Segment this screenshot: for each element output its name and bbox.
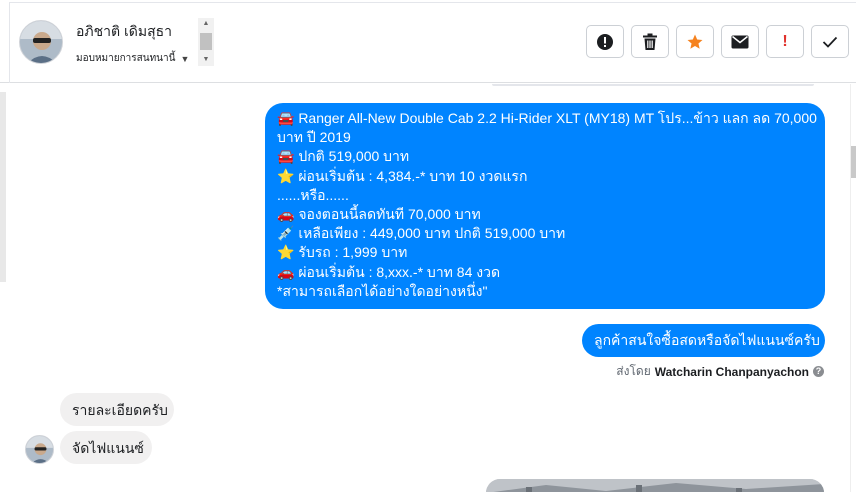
customer-avatar[interactable] xyxy=(19,20,63,64)
assign-conversation-dropdown[interactable]: มอบหมายการสนทนานี้ ▼ xyxy=(76,51,189,66)
message-line: 🚗 จองตอนนี้ลดทันที 70,000 บาท xyxy=(277,206,481,223)
left-scrollbar[interactable] xyxy=(0,92,6,282)
avatar-photo-icon xyxy=(26,436,53,463)
outgoing-message-question[interactable]: ลูกค้าสนใจซื้อสดหรือจัดไฟแนนซ์ครับ xyxy=(582,324,825,357)
envelope-icon xyxy=(731,35,749,48)
scroll-thumb[interactable] xyxy=(200,33,212,50)
check-icon xyxy=(822,36,838,48)
customer-avatar-small[interactable] xyxy=(25,435,54,464)
sent-by-info: ส่งโดย Watcharin Chanpanyachon ? xyxy=(616,362,824,381)
assign-label: มอบหมายการสนทนานี้ xyxy=(76,53,176,64)
report-spam-button[interactable] xyxy=(586,25,624,58)
help-icon[interactable]: ? xyxy=(813,366,824,377)
exclamation-icon: ! xyxy=(782,32,788,50)
alert-circle-icon xyxy=(597,33,613,50)
header-scrollbar[interactable]: ▲ ▼ xyxy=(198,18,214,66)
caret-down-icon: ▼ xyxy=(180,53,190,64)
mark-important-button[interactable]: ! xyxy=(766,25,804,58)
mark-done-button[interactable] xyxy=(811,25,849,58)
customer-name[interactable]: อภิชาติ เดิมสุธา xyxy=(76,21,172,43)
header-left-divider xyxy=(9,2,10,83)
incoming-message[interactable]: จัดไฟแนนซ์ xyxy=(60,431,152,464)
sender-name: Watcharin Chanpanyachon xyxy=(654,364,809,379)
thread-scroll-thumb[interactable] xyxy=(851,146,856,178)
attached-photo[interactable] xyxy=(486,479,824,492)
scroll-down-arrow-icon[interactable]: ▼ xyxy=(198,54,214,66)
message-line: บาท ปี 2019 xyxy=(277,129,351,146)
previous-message-edge xyxy=(492,84,814,86)
delete-button[interactable] xyxy=(631,25,669,58)
star-icon xyxy=(687,34,703,49)
scroll-up-arrow-icon[interactable]: ▲ xyxy=(198,18,214,30)
outgoing-message-promo[interactable]: 🚘 Ranger All-New Double Cab 2.2 Hi-Rider… xyxy=(265,103,825,310)
incoming-message[interactable]: รายละเอียดครับ xyxy=(60,393,174,426)
message-line: 🚘 Ranger All-New Double Cab 2.2 Hi-Rider… xyxy=(277,110,817,126)
star-button[interactable] xyxy=(676,25,714,58)
mark-unread-button[interactable] xyxy=(721,25,759,58)
message-line: 💉 เหลือเพียง : 449,000 บาท ปกติ 519,000 … xyxy=(277,225,566,242)
message-line: 🚘 ปกติ 519,000 บาท xyxy=(277,148,410,165)
thread-scrollbar[interactable] xyxy=(850,84,856,492)
message-line: ......หรือ...... xyxy=(277,186,349,203)
header-top-divider xyxy=(10,2,856,3)
message-line: 🚗 ผ่อนเริ่มต้น : 8,xxx.-* บาท 84 งวด xyxy=(277,263,501,280)
conversation-header: อภิชาติ เดิมสุธา มอบหมายการสนทนานี้ ▼ ▲ … xyxy=(0,0,856,83)
conversation-actions: ! xyxy=(586,25,849,58)
trash-icon xyxy=(643,33,657,50)
message-line: ⭐ รับรถ : 1,999 บาท xyxy=(277,244,408,261)
message-line: *สามารถเลือกได้อย่างใดอย่างหนึ่ง" xyxy=(277,282,488,299)
sent-by-prefix: ส่งโดย xyxy=(616,364,651,378)
avatar-photo-icon xyxy=(20,21,62,63)
message-line: ⭐ ผ่อนเริ่มต้น : 4,384.-* บาท 10 งวดแรก xyxy=(277,167,528,184)
message-thread[interactable]: 🚘 Ranger All-New Double Cab 2.2 Hi-Rider… xyxy=(0,84,856,492)
photo-preview-icon xyxy=(486,479,824,492)
